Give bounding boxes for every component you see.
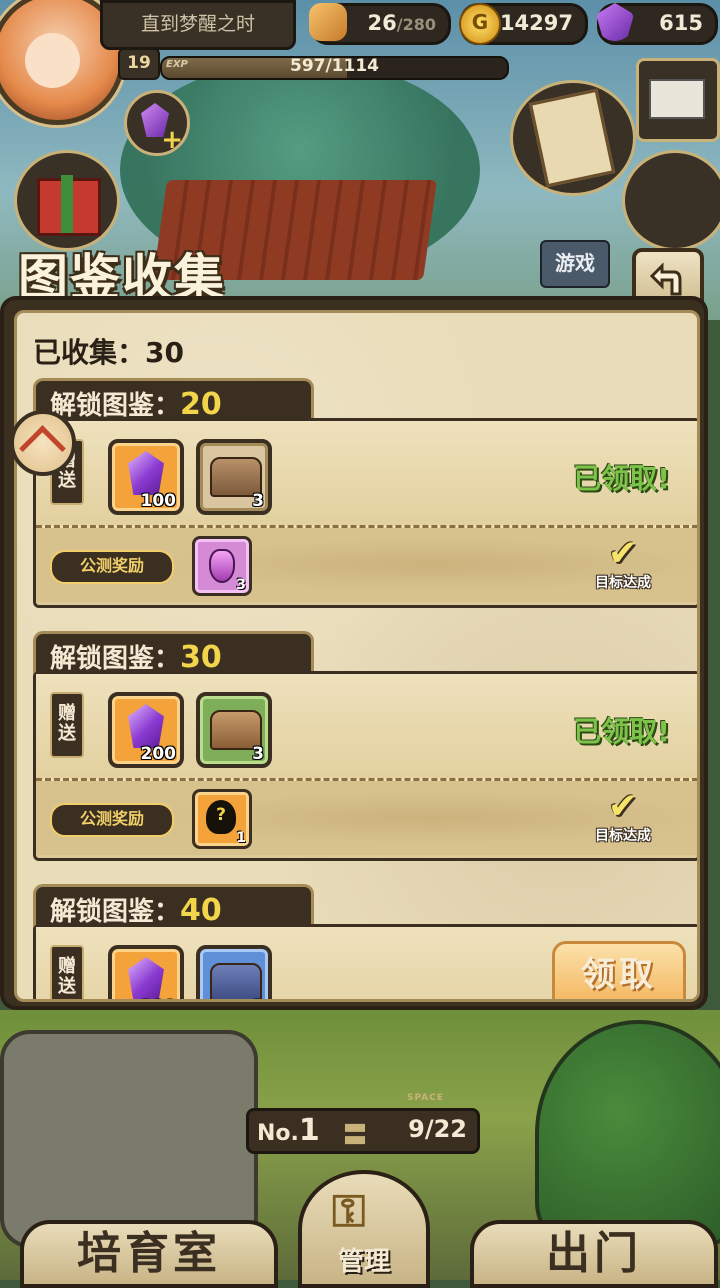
unlock-number: 40 <box>180 893 222 928</box>
mail-button[interactable] <box>636 58 720 142</box>
collection-panel: 已收集：30 解锁图鉴：20 赠送 100 3 已领取! 公测奖励 <box>4 300 704 1006</box>
claimed-status: 已领取! <box>573 462 670 495</box>
gift-row: 赠送 300 3 领取 <box>36 927 697 999</box>
unlock-label: 解锁图鉴： <box>50 897 181 927</box>
manage-label: 管理 <box>337 1247 390 1277</box>
key-icon: ⚿ <box>332 1186 366 1237</box>
bread-counter[interactable]: 26/280 <box>309 3 451 45</box>
collection-scroll-area[interactable]: 已收集：30 解锁图鉴：20 赠送 100 3 已领取! 公测奖励 <box>14 310 700 1002</box>
collected-count: 已收集：30 <box>33 331 184 371</box>
item-qty: 200 <box>140 744 177 764</box>
exp-text: 597/1114 <box>289 56 379 76</box>
beta-row: 公测奖励 ? 1 ✔ 目标达成 <box>36 781 697 855</box>
beta-row: 公测奖励 3 ✔ 目标达成 <box>36 528 697 602</box>
mystery-reward[interactable]: ? 1 <box>192 789 252 849</box>
goal-achieved: ✔ 目标达成 <box>588 789 658 845</box>
crystal-item[interactable]: 100 <box>108 439 184 515</box>
item-qty: 3 <box>252 997 264 999</box>
nest-decoration <box>0 1030 258 1248</box>
gift-row: 赠送 100 3 已领取! <box>36 421 697 528</box>
pet-space-indicator: No.1 〓 SPACE 9/22 <box>246 1093 480 1154</box>
gift-row: 赠送 200 3 已领取! <box>36 674 697 781</box>
crystal-item[interactable]: 200 <box>108 692 184 768</box>
gold-coin-icon: G <box>459 3 501 45</box>
gift-tag: 赠送 <box>50 945 84 999</box>
crystal-item[interactable]: 300 <box>108 945 184 999</box>
beta-reward-tag: 公测奖励 <box>50 550 174 584</box>
item-qty: 3 <box>252 491 264 511</box>
item-qty: 100 <box>140 491 177 511</box>
avatar-face <box>25 33 80 88</box>
scroll-top-icon[interactable] <box>10 410 76 476</box>
quest-scroll-button[interactable] <box>510 80 636 196</box>
game-sign: 游戏 <box>540 240 610 288</box>
gold-counter[interactable]: G 14297 <box>459 3 588 45</box>
claim-button[interactable]: 领取 <box>552 941 686 999</box>
crystal-icon <box>128 451 164 495</box>
tier-card: 赠送 200 3 已领取! 公测奖励 ? 1 ✔ 目标达成 <box>33 671 697 861</box>
reward-qty: 1 <box>236 830 246 846</box>
crystal-icon <box>128 957 164 999</box>
go-out-button[interactable]: 出门 <box>470 1220 718 1288</box>
chest-item[interactable]: 3 <box>196 692 272 768</box>
crystal-icon <box>128 704 164 748</box>
manage-button[interactable]: ⚿ 管理 <box>298 1170 430 1288</box>
achieved-label: 目标达成 <box>595 575 651 591</box>
mystery-icon: ? <box>206 800 236 834</box>
item-qty: 300 <box>141 997 177 999</box>
chapter-title: 直到梦醒之时 <box>100 0 296 50</box>
gem-counter[interactable]: 615 <box>596 3 718 45</box>
goal-achieved: ✔ 目标达成 <box>588 536 658 592</box>
nursery-button[interactable]: 培育室 <box>20 1220 278 1288</box>
item-qty: 3 <box>252 744 264 764</box>
space-count: 9/22 <box>408 1115 467 1143</box>
beta-reward-tag: 公测奖励 <box>50 803 174 837</box>
gem-icon <box>596 3 634 41</box>
bread-icon <box>309 3 347 41</box>
potion-icon <box>209 549 235 583</box>
return-arrow-icon <box>649 262 682 296</box>
gift-tag: 赠送 <box>50 692 84 758</box>
collected-number: 30 <box>145 336 184 369</box>
unlock-label: 解锁图鉴： <box>50 644 181 674</box>
gift-box-button[interactable] <box>14 150 120 251</box>
check-icon: ✔ <box>607 786 639 827</box>
check-icon: ✔ <box>607 533 639 574</box>
buy-gems-button[interactable] <box>124 90 190 156</box>
chest-item[interactable]: 3 <box>196 945 272 999</box>
tier-card: 赠送 300 3 领取 <box>33 924 697 999</box>
no-number: 1 <box>298 1113 320 1148</box>
collected-label: 已收集： <box>33 336 146 369</box>
claimed-status: 已领取! <box>573 715 670 748</box>
space-label: SPACE <box>407 1093 444 1103</box>
achieved-label: 目标达成 <box>595 828 651 844</box>
exp-bar: EXP 597/1114 <box>160 56 509 80</box>
player-level: 19 <box>118 48 160 80</box>
gem-value: 615 <box>659 11 703 35</box>
chest-item[interactable]: 3 <box>196 439 272 515</box>
potion-reward[interactable]: 3 <box>192 536 252 596</box>
bread-current: 26 <box>367 11 397 35</box>
reward-qty: 3 <box>236 577 246 593</box>
unlock-label: 解锁图鉴： <box>50 391 181 421</box>
unlock-number: 30 <box>180 640 222 675</box>
backpack-button[interactable] <box>622 150 720 251</box>
gold-value: 14297 <box>499 11 573 35</box>
bread-max: /280 <box>396 15 436 34</box>
equals-icon: 〓 <box>343 1121 367 1149</box>
no-label: No. <box>257 1121 299 1146</box>
tier-card: 赠送 100 3 已领取! 公测奖励 3 ✔ 目 <box>33 418 697 608</box>
unlock-number: 20 <box>180 387 222 422</box>
